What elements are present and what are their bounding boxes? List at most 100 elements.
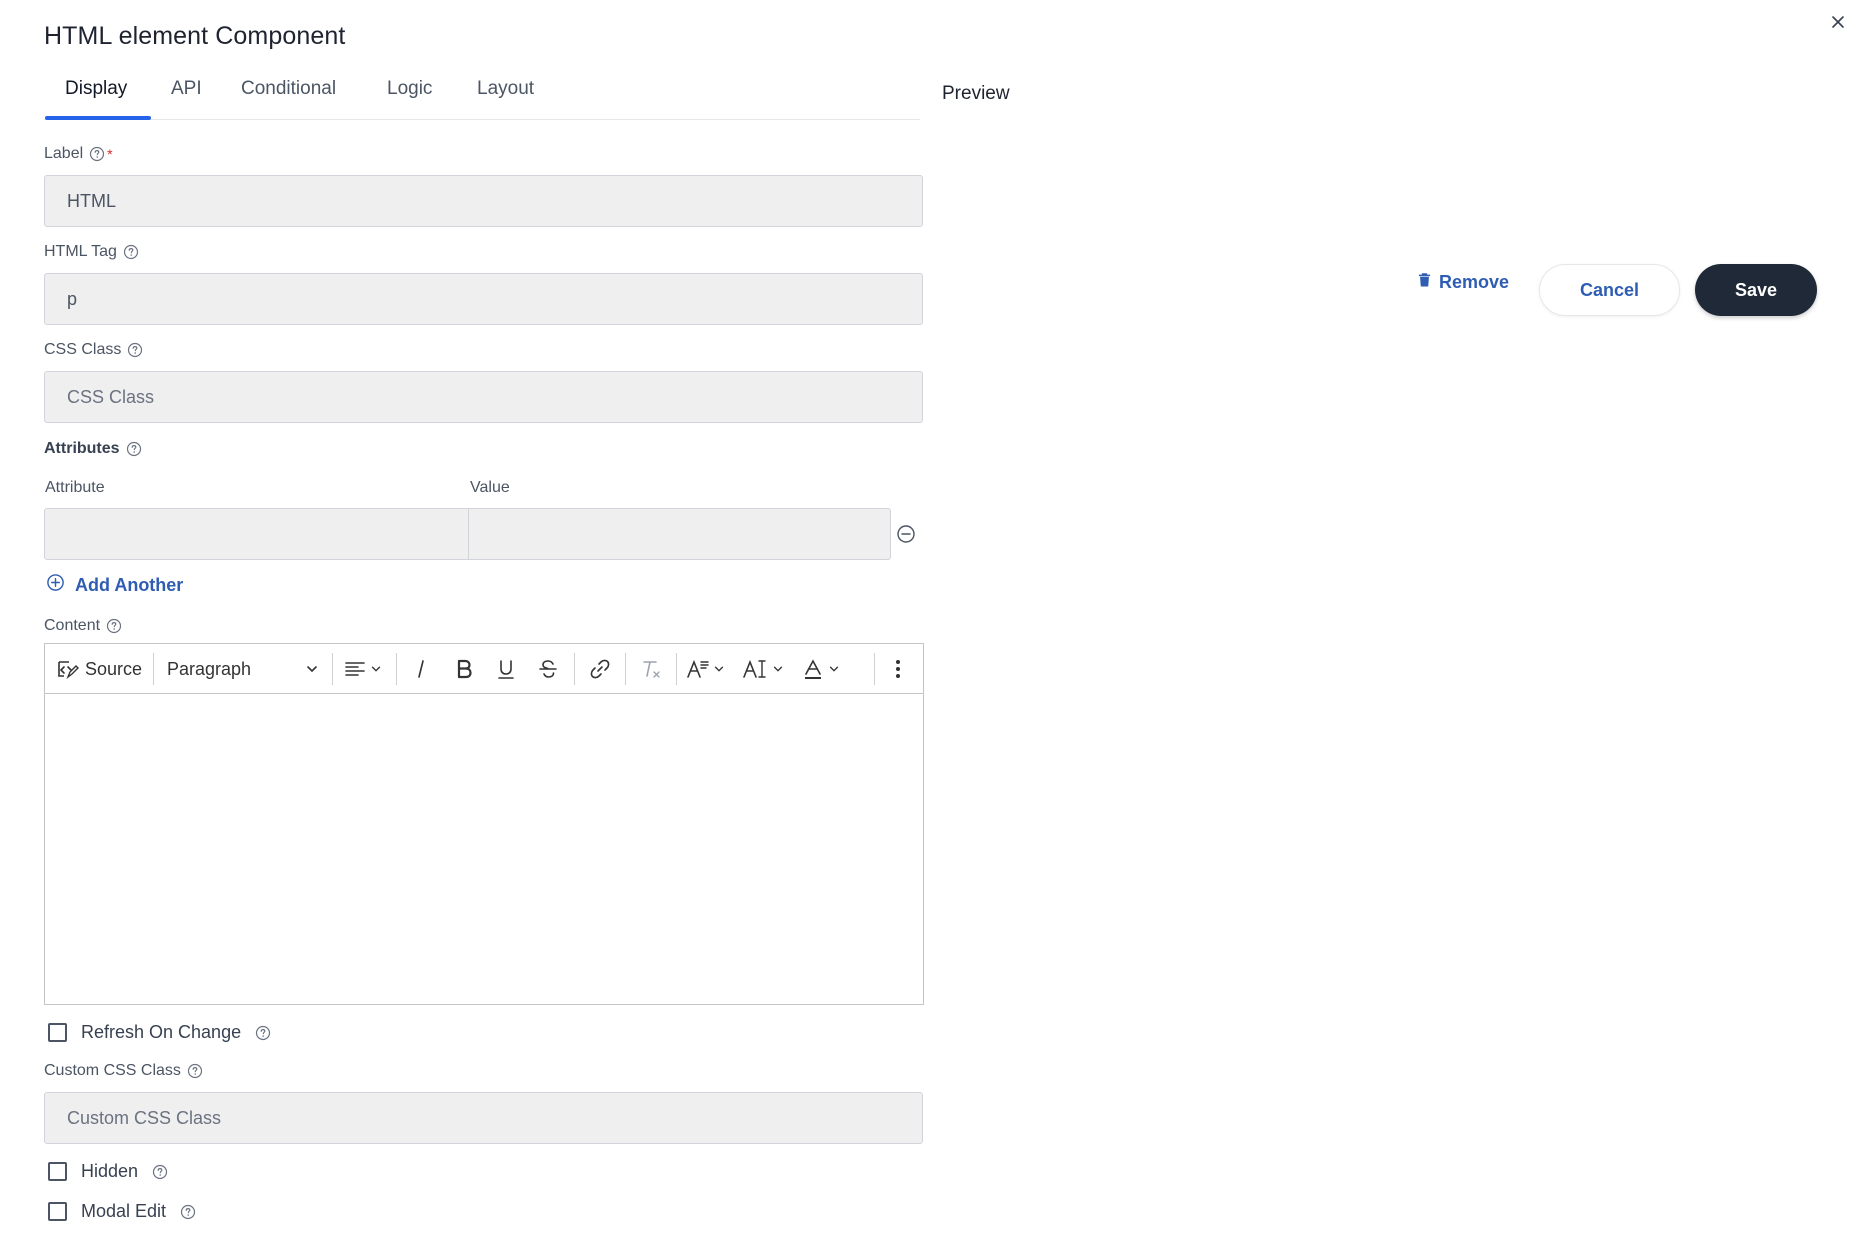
source-button[interactable]: Source — [55, 644, 155, 694]
help-icon[interactable] — [89, 146, 105, 162]
underline-button[interactable] — [487, 644, 525, 694]
font-family-icon — [686, 658, 710, 680]
toolbar-divider — [574, 653, 575, 685]
italic-button[interactable] — [402, 644, 440, 694]
content-field-text: Content — [44, 617, 101, 634]
preview-heading: Preview — [942, 83, 1010, 104]
close-icon[interactable] — [1826, 10, 1850, 34]
refresh-on-change-row: Refresh On Change — [48, 1022, 271, 1043]
source-edit-icon — [55, 657, 79, 681]
hidden-label: Hidden — [81, 1161, 139, 1181]
font-color-icon — [802, 658, 824, 680]
underline-icon — [495, 658, 517, 680]
bold-icon — [453, 658, 475, 680]
link-button[interactable] — [580, 644, 620, 694]
add-another-button[interactable]: Add Another — [46, 573, 183, 597]
chevron-down-icon — [370, 663, 382, 675]
dialog-title: HTML element Component — [44, 22, 346, 50]
tab-display[interactable]: Display — [65, 78, 127, 120]
editor-toolbar: Source Paragraph — [45, 644, 923, 694]
html-tag-field-text: HTML Tag — [44, 243, 117, 260]
tab-bar: Display API Conditional Logic Layout — [44, 78, 920, 120]
italic-icon — [410, 658, 432, 680]
help-icon[interactable] — [106, 618, 122, 634]
chevron-down-icon — [713, 663, 725, 675]
rich-text-editor: Source Paragraph — [44, 643, 924, 1005]
block-format-dropdown[interactable]: Paragraph — [163, 644, 323, 694]
block-format-value: Paragraph — [167, 658, 252, 679]
font-family-dropdown[interactable] — [681, 644, 729, 694]
attribute-key-input[interactable] — [44, 508, 469, 560]
refresh-on-change-label: Refresh On Change — [81, 1022, 242, 1042]
tab-conditional[interactable]: Conditional — [241, 78, 336, 120]
minus-circle-icon[interactable] — [896, 524, 916, 544]
link-icon — [589, 658, 611, 680]
html-tag-field-label: HTML Tag — [44, 243, 139, 261]
attributes-field-text: Attributes — [44, 440, 120, 457]
remove-button[interactable]: Remove — [1418, 272, 1509, 293]
source-label: Source — [85, 658, 143, 679]
hidden-row: Hidden — [48, 1161, 168, 1182]
font-size-dropdown[interactable] — [738, 644, 788, 694]
strikethrough-icon — [537, 658, 559, 680]
required-marker: * — [107, 146, 113, 162]
help-icon[interactable] — [127, 342, 143, 358]
attribute-column-header: Attribute — [45, 479, 105, 496]
bold-button[interactable] — [445, 644, 483, 694]
active-tab-indicator — [45, 116, 151, 120]
refresh-on-change-checkbox[interactable] — [48, 1023, 67, 1042]
label-field-text: Label — [44, 145, 84, 162]
strikethrough-button[interactable] — [529, 644, 567, 694]
toolbar-divider — [332, 653, 333, 685]
css-class-field-label: CSS Class — [44, 341, 143, 359]
more-options-button[interactable] — [880, 644, 916, 694]
help-icon[interactable] — [152, 1164, 168, 1180]
save-button[interactable]: Save — [1695, 264, 1817, 316]
remove-format-button[interactable] — [631, 644, 671, 694]
vertical-ellipsis-icon — [893, 658, 903, 680]
modal-edit-label: Modal Edit — [81, 1201, 167, 1221]
toolbar-divider — [676, 653, 677, 685]
chevron-down-icon — [772, 663, 784, 675]
value-column-header: Value — [470, 479, 510, 496]
help-icon[interactable] — [180, 1204, 196, 1220]
label-field-label: Label * — [44, 145, 113, 163]
help-icon[interactable] — [123, 244, 139, 260]
attribute-value-input[interactable] — [468, 508, 891, 560]
cancel-button[interactable]: Cancel — [1539, 264, 1680, 316]
label-input[interactable]: HTML — [44, 175, 923, 227]
plus-circle-icon — [46, 573, 65, 597]
remove-label: Remove — [1439, 272, 1510, 292]
toolbar-divider — [396, 653, 397, 685]
html-tag-input[interactable]: p — [44, 273, 923, 325]
help-icon[interactable] — [187, 1063, 203, 1079]
trash-icon — [1418, 272, 1431, 293]
tab-api[interactable]: API — [171, 78, 202, 120]
help-icon[interactable] — [255, 1025, 271, 1041]
attributes-field-label: Attributes — [44, 440, 142, 458]
align-dropdown[interactable] — [338, 644, 388, 694]
toolbar-divider — [153, 653, 154, 685]
help-icon[interactable] — [126, 441, 142, 457]
modal-edit-row: Modal Edit — [48, 1201, 196, 1222]
custom-css-class-field-label: Custom CSS Class — [44, 1062, 203, 1080]
css-class-input[interactable]: CSS Class — [44, 371, 923, 423]
custom-css-class-field-text: Custom CSS Class — [44, 1062, 181, 1079]
css-class-field-text: CSS Class — [44, 341, 122, 358]
font-size-icon — [742, 658, 769, 680]
tab-layout[interactable]: Layout — [477, 78, 534, 120]
toolbar-divider — [874, 653, 875, 685]
align-left-icon — [344, 658, 366, 680]
hidden-checkbox[interactable] — [48, 1162, 67, 1181]
remove-format-icon — [640, 658, 662, 680]
add-another-label: Add Another — [75, 574, 184, 595]
editor-content-area[interactable] — [45, 695, 923, 1004]
chevron-down-icon — [305, 662, 319, 676]
custom-css-class-input[interactable]: Custom CSS Class — [44, 1092, 923, 1144]
tab-logic[interactable]: Logic — [387, 78, 432, 120]
font-color-dropdown[interactable] — [797, 644, 845, 694]
toolbar-divider — [625, 653, 626, 685]
modal-edit-checkbox[interactable] — [48, 1202, 67, 1221]
chevron-down-icon — [828, 663, 840, 675]
content-field-label: Content — [44, 617, 122, 635]
